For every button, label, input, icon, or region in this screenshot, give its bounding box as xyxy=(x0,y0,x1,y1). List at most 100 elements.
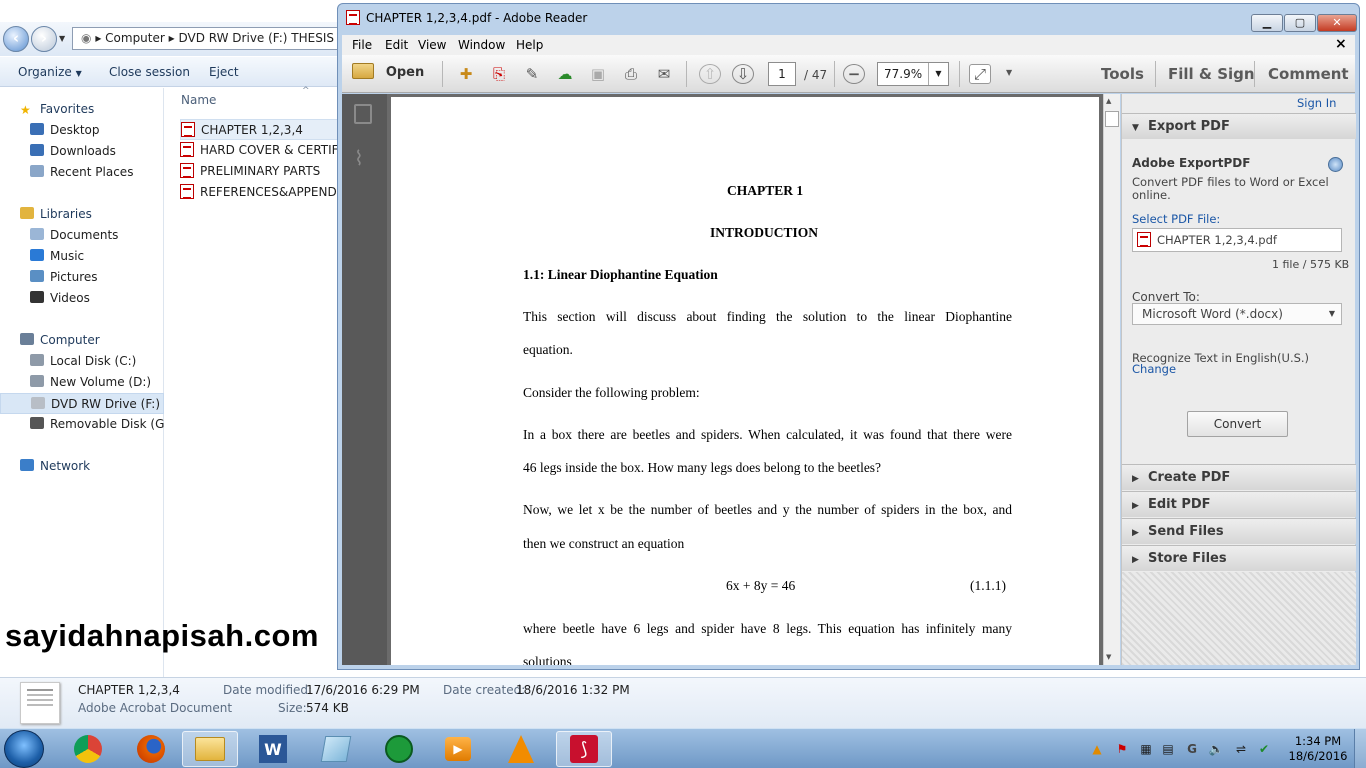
page-number-input[interactable]: 1 xyxy=(768,62,796,86)
tray-warning-icon[interactable]: ▲ xyxy=(1089,741,1105,757)
edit-pdf-section-header[interactable]: ▶ Edit PDF xyxy=(1122,491,1356,517)
nav-item-downloads[interactable]: Downloads xyxy=(0,141,164,162)
nav-item-network[interactable]: Network xyxy=(0,456,164,477)
taskbar-wifi-app[interactable] xyxy=(371,731,427,767)
file-row[interactable]: PRELIMINARY PARTS xyxy=(180,161,345,182)
scroll-down-arrow-icon[interactable]: ▼ xyxy=(1106,653,1111,661)
selected-file-field[interactable]: CHAPTER 1,2,3,4.pdf xyxy=(1132,228,1342,252)
tray-security-icon[interactable]: ✔ xyxy=(1256,741,1272,757)
menu-view[interactable]: View xyxy=(418,38,446,52)
next-page-icon[interactable]: ⇩ xyxy=(732,64,754,84)
comment-link[interactable]: Comment xyxy=(1268,65,1349,83)
nav-item-local-disk-c[interactable]: Local Disk (C:) xyxy=(0,351,164,372)
tray-volume-icon[interactable]: 🔈 xyxy=(1208,741,1224,757)
nav-item-favorites[interactable]: ★ Favorites xyxy=(0,99,164,120)
change-language-link[interactable]: Change xyxy=(1132,362,1176,376)
taskbar-firefox[interactable] xyxy=(123,731,179,767)
organize-label: Organize xyxy=(18,65,72,79)
create-pdf-icon[interactable]: ✚ xyxy=(455,64,477,84)
detail-created-label: Date created: xyxy=(443,683,526,697)
taskbar-media-player[interactable]: ▶ xyxy=(430,731,486,767)
close-session-button[interactable]: Close session xyxy=(109,65,190,79)
file-row[interactable]: REFERENCES&APPENDIX xyxy=(180,182,345,203)
sign-in-link[interactable]: Sign In xyxy=(1297,96,1336,110)
column-header-name[interactable]: Name xyxy=(181,93,216,107)
email-icon[interactable]: ✉ xyxy=(653,64,675,84)
export-pdf-icon[interactable]: ⎘ xyxy=(488,64,510,84)
scrollbar-thumb[interactable] xyxy=(1105,111,1119,127)
export-pdf-section-header[interactable]: ▼ Export PDF xyxy=(1122,113,1356,139)
breadcrumb-computer[interactable]: Computer xyxy=(105,31,165,45)
toolbar-options-dropdown[interactable]: ▼ xyxy=(1006,68,1012,77)
recent-pages-dropdown[interactable]: ▼ xyxy=(59,34,65,43)
start-button[interactable] xyxy=(4,730,44,768)
organize-button[interactable]: Organize ▼ xyxy=(18,65,82,79)
cloud-upload-icon[interactable]: ☁ xyxy=(554,64,576,84)
menu-help[interactable]: Help xyxy=(516,38,543,52)
tray-flag-icon[interactable]: ⚑ xyxy=(1114,741,1130,757)
toolbar-separator xyxy=(959,61,960,87)
nav-item-new-volume-d[interactable]: New Volume (D:) xyxy=(0,372,164,393)
page-thumbnails-icon[interactable] xyxy=(354,104,372,124)
address-field[interactable]: ◉ ▸ Computer ▸ DVD RW Drive (F:) THESIS … xyxy=(72,27,340,50)
clock[interactable]: 1:34 PM 18/6/2016 xyxy=(1288,734,1348,764)
nav-item-dvd-rw-drive-f-th[interactable]: DVD RW Drive (F:) TH xyxy=(0,393,164,414)
taskbar-notepad[interactable] xyxy=(308,731,364,767)
section-label: Send Files xyxy=(1147,524,1224,539)
convert-to-select[interactable]: Microsoft Word (*.docx) ▼ xyxy=(1132,303,1342,325)
taskbar-explorer[interactable] xyxy=(182,731,238,767)
file-row[interactable]: HARD COVER & CERTIFIC xyxy=(180,140,345,161)
close-window-button[interactable]: ✕ xyxy=(1317,14,1357,32)
document-scrollbar[interactable]: ▲ ▼ xyxy=(1103,94,1120,665)
store-files-section-header[interactable]: ▶ Store Files xyxy=(1122,545,1356,571)
tools-link[interactable]: Tools xyxy=(1101,65,1144,83)
close-document-button[interactable]: × xyxy=(1335,36,1347,52)
menu-file[interactable]: File xyxy=(352,38,372,52)
print-icon[interactable]: ⎙ xyxy=(620,64,642,84)
taskbar-word[interactable]: W xyxy=(245,731,301,767)
minimize-button[interactable]: ▁ xyxy=(1251,14,1283,32)
create-pdf-section-header[interactable]: ▶ Create PDF xyxy=(1122,464,1356,490)
edit-sign-icon[interactable]: ✎ xyxy=(521,64,543,84)
maximize-button[interactable]: ▢ xyxy=(1284,14,1316,32)
nav-item-recent-places[interactable]: Recent Places xyxy=(0,162,164,183)
zoom-out-icon[interactable]: − xyxy=(843,64,865,84)
tray-network-icon[interactable]: ▦ xyxy=(1138,741,1154,757)
send-files-section-header[interactable]: ▶ Send Files xyxy=(1122,518,1356,544)
open-button[interactable]: Open xyxy=(352,63,432,85)
file-row[interactable]: CHAPTER 1,2,3,4 xyxy=(180,119,345,140)
tray-device-icon[interactable]: ▤ xyxy=(1160,741,1176,757)
fill-sign-link[interactable]: Fill & Sign xyxy=(1168,65,1255,83)
convert-button[interactable]: Convert xyxy=(1187,411,1288,437)
back-button[interactable]: ‹ xyxy=(3,26,29,52)
previous-page-icon[interactable]: ⇧ xyxy=(699,64,721,84)
tray-google-icon[interactable]: G xyxy=(1184,741,1200,757)
export-info-icon[interactable] xyxy=(1328,157,1343,172)
nav-item-documents[interactable]: Documents xyxy=(0,225,164,246)
nav-item-desktop[interactable]: Desktop xyxy=(0,120,164,141)
chevron-down-icon[interactable]: ▼ xyxy=(928,63,948,85)
nav-item-libraries[interactable]: Libraries xyxy=(0,204,164,225)
nav-item-videos[interactable]: Videos xyxy=(0,288,164,309)
zoom-level-input[interactable]: 77.9% ▼ xyxy=(877,62,949,86)
breadcrumb-dvd-drive[interactable]: DVD RW Drive (F:) THESIS SA xyxy=(178,31,339,45)
nav-item-pictures[interactable]: Pictures xyxy=(0,267,164,288)
nav-item-music[interactable]: Music xyxy=(0,246,164,267)
nav-item-computer[interactable]: Computer xyxy=(0,330,164,351)
chevron-down-icon: ▼ xyxy=(1328,309,1335,318)
forward-button[interactable]: › xyxy=(31,26,57,52)
menu-edit[interactable]: Edit xyxy=(385,38,408,52)
taskbar-adobe-reader[interactable]: ⟆ xyxy=(556,731,612,767)
taskbar-vlc[interactable] xyxy=(493,731,549,767)
fit-page-icon[interactable]: ⤢ xyxy=(969,64,991,84)
attachments-paperclip-icon[interactable]: ⌇ xyxy=(354,146,364,170)
tray-usb-icon[interactable]: ⇌ xyxy=(1233,741,1249,757)
show-desktop-button[interactable] xyxy=(1354,729,1366,768)
nav-item-removable-disk-g[interactable]: Removable Disk (G:) xyxy=(0,414,164,435)
save-icon[interactable]: ▣ xyxy=(587,64,609,84)
document-view[interactable]: CHAPTER 1 INTRODUCTION 1.1: Linear Dioph… xyxy=(387,94,1103,665)
scroll-up-arrow-icon[interactable]: ▲ xyxy=(1106,97,1111,105)
eject-button[interactable]: Eject xyxy=(209,65,239,79)
menu-window[interactable]: Window xyxy=(458,38,505,52)
taskbar-chrome[interactable] xyxy=(60,731,116,767)
